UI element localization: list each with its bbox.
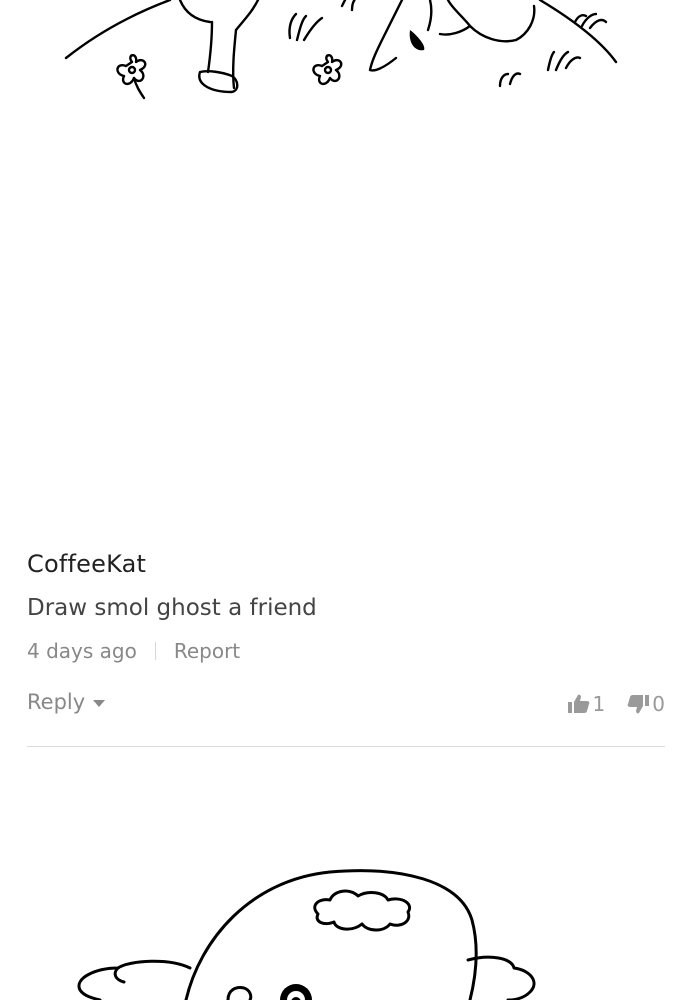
vote-controls: 1 0: [567, 692, 665, 716]
meta-separator: [154, 642, 156, 660]
comment-timestamp: 4 days ago: [27, 639, 137, 663]
upvote-count: 1: [592, 692, 606, 716]
comic-panel-top: [64, 0, 618, 100]
thumbs-up-icon: [567, 694, 589, 713]
downvote-button[interactable]: 0: [627, 692, 665, 716]
thumbs-down-icon: [627, 695, 650, 714]
comment-actions: Reply 1 0: [27, 690, 665, 720]
comment-username[interactable]: CoffeeKat: [27, 548, 665, 580]
comment-divider: [27, 746, 665, 747]
downvote-count: 0: [652, 692, 665, 716]
reply-label: Reply: [27, 690, 86, 714]
report-link[interactable]: Report: [174, 638, 240, 664]
comment: CoffeeKat Draw smol ghost a friend 4 day…: [27, 548, 665, 716]
caret-down-icon: [93, 700, 106, 707]
upvote-button[interactable]: 1: [567, 692, 606, 716]
reply-button[interactable]: Reply: [27, 690, 106, 714]
comment-text: Draw smol ghost a friend: [27, 595, 317, 621]
comment-meta: 4 days ago Report: [27, 638, 240, 664]
comic-panel-bottom: [77, 869, 536, 1000]
